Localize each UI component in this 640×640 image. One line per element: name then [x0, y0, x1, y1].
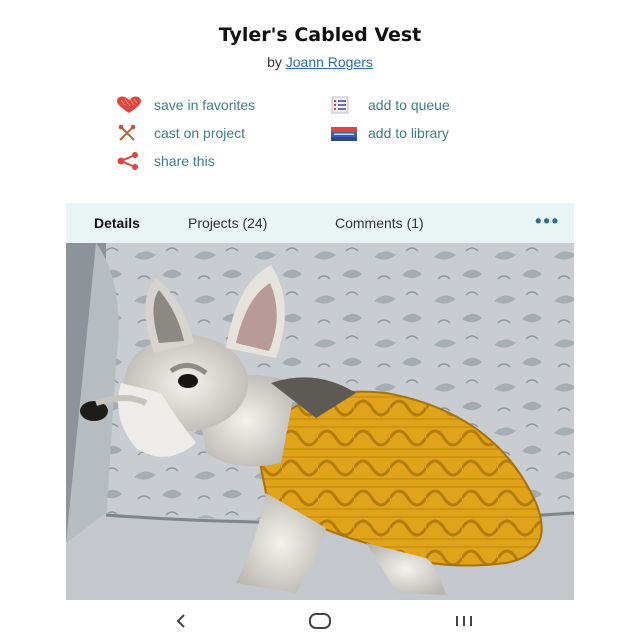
share-label: share this: [154, 153, 215, 169]
byline: by Joann Rogers: [66, 54, 574, 70]
add-to-queue-label: add to queue: [368, 97, 450, 113]
tab-comments[interactable]: Comments (1): [335, 203, 424, 243]
books-icon: [330, 124, 358, 142]
page-title: Tyler's Cabled Vest: [218, 24, 422, 46]
tab-details[interactable]: Details: [94, 203, 140, 243]
recents-icon[interactable]: [444, 608, 484, 634]
by-label: by: [267, 54, 282, 70]
add-to-library-label: add to library: [368, 125, 449, 141]
add-to-library-button[interactable]: add to library: [330, 124, 449, 142]
dog-in-sweater-photo: [66, 243, 574, 600]
tab-projects[interactable]: Projects (24): [188, 203, 267, 243]
list-icon: [330, 96, 358, 114]
add-to-queue-button[interactable]: add to queue: [330, 96, 450, 114]
more-options-icon[interactable]: •••: [535, 203, 560, 243]
tab-bar: Details Projects (24) Comments (1) •••: [66, 203, 574, 243]
author-link[interactable]: Joann Rogers: [286, 54, 373, 70]
back-chevron-icon[interactable]: [161, 608, 201, 634]
save-favorites-button[interactable]: save in favorites: [116, 96, 255, 114]
needles-icon: [116, 124, 144, 142]
pattern-page: Tyler's Cabled Vest by Joann Rogers save…: [66, 0, 574, 640]
save-favorites-label: save in favorites: [154, 97, 256, 113]
share-icon: [116, 152, 144, 170]
cast-on-project-button[interactable]: cast on project: [116, 124, 245, 142]
cast-on-project-label: cast on project: [154, 125, 246, 141]
system-nav-bar: [66, 600, 574, 640]
share-button[interactable]: share this: [116, 152, 215, 170]
heart-icon: [116, 96, 144, 114]
pattern-photo[interactable]: [66, 243, 574, 600]
home-icon[interactable]: [300, 608, 340, 634]
